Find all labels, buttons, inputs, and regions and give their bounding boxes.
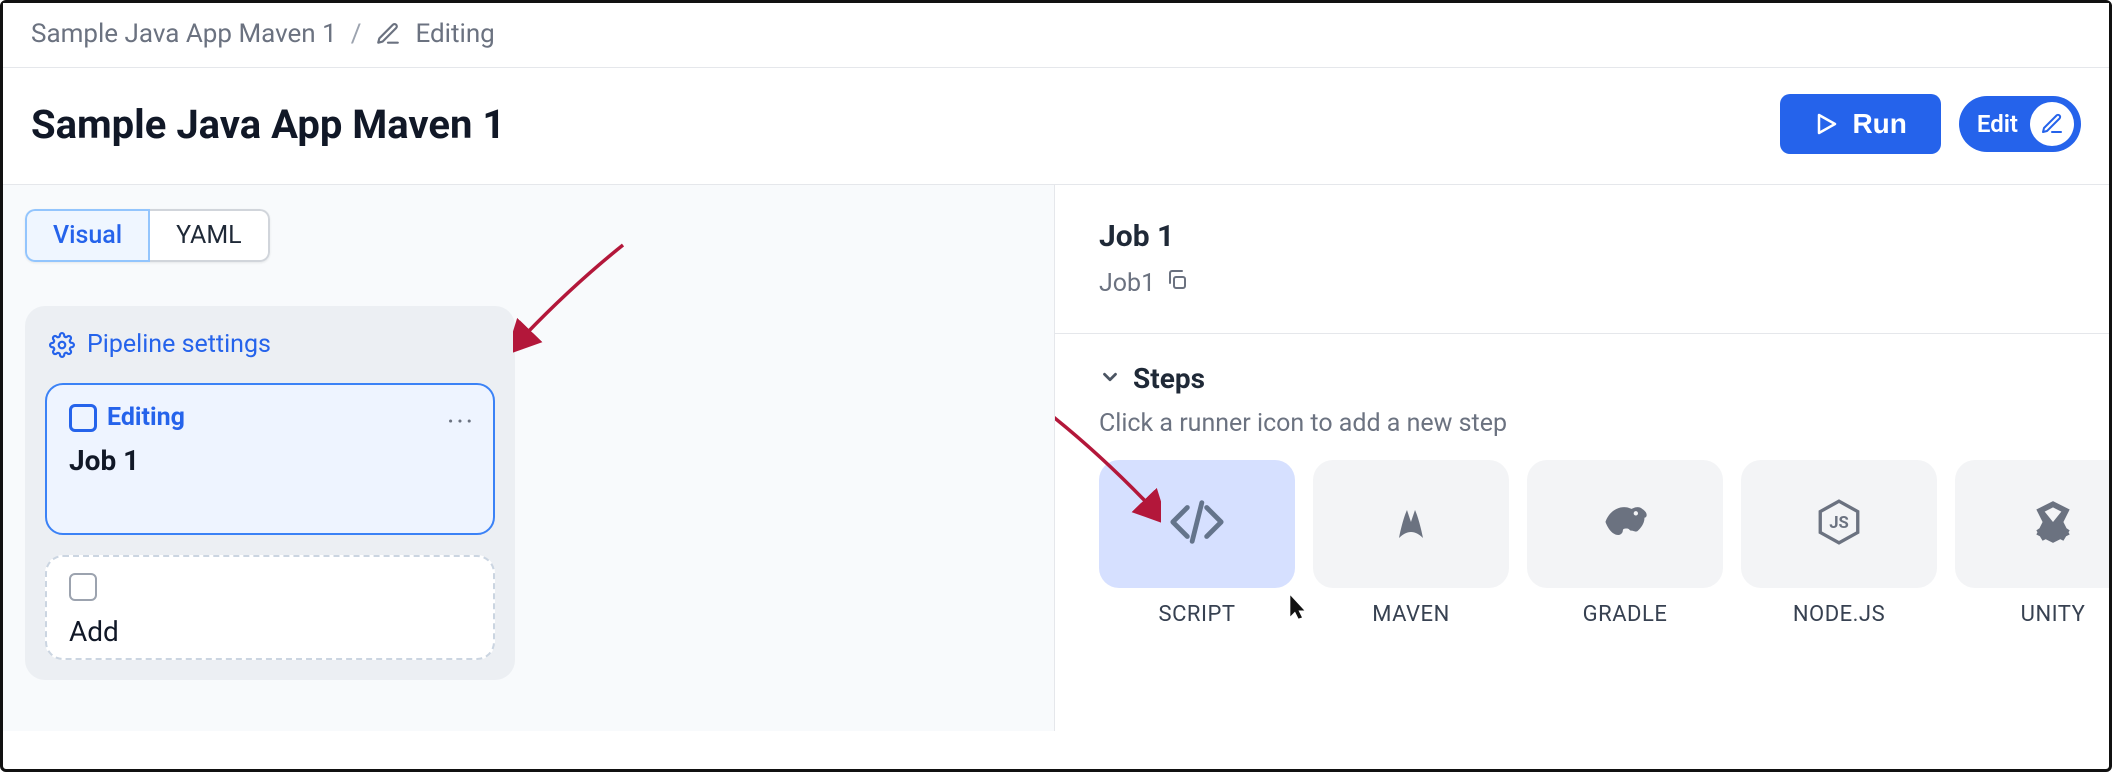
page-title: Sample Java App Maven 1: [31, 101, 505, 148]
square-icon: [69, 573, 97, 601]
edit-toggle[interactable]: Edit: [1959, 96, 2081, 152]
steps-section-header[interactable]: Steps: [1099, 362, 2065, 395]
steps-label: Steps: [1133, 362, 1205, 395]
runner-nodejs-label: NODE.JS: [1793, 602, 1885, 627]
job-card[interactable]: Editing ··· Job 1: [45, 383, 495, 535]
page-header: Sample Java App Maven 1 Run Edit: [3, 68, 2109, 185]
edit-toggle-label: Edit: [1977, 110, 2018, 138]
job-editing-badge: Editing: [69, 403, 471, 432]
job-detail-subtitle: Job1: [1099, 268, 2065, 299]
annotation-arrow-icon: [1055, 405, 1161, 535]
run-button-label: Run: [1852, 108, 1906, 140]
job-id: Job1: [1099, 269, 1155, 298]
gear-icon: [49, 332, 75, 358]
left-panel: Visual YAML Pipeline settings Editing ··…: [3, 185, 1055, 731]
job-card-name: Job 1: [69, 444, 471, 477]
svg-text:JS: JS: [1829, 514, 1849, 533]
gradle-icon: [1599, 496, 1651, 552]
runner-nodejs[interactable]: JS NODE.JS: [1741, 460, 1937, 627]
chevron-down-icon: [1099, 362, 1121, 395]
steps-hint: Click a runner icon to add a new step: [1099, 409, 2065, 438]
breadcrumb-project[interactable]: Sample Java App Maven 1: [31, 19, 337, 49]
breadcrumb: Sample Java App Maven 1 / Editing: [3, 3, 2109, 68]
unity-icon: [2028, 497, 2078, 551]
runner-unity-label: UNITY: [2021, 602, 2086, 627]
code-icon: [1168, 493, 1226, 555]
runner-gradle-label: GRADLE: [1583, 602, 1668, 627]
maven-icon: [1387, 498, 1435, 550]
editor-mode-tabs: Visual YAML: [25, 209, 270, 262]
runner-maven-label: MAVEN: [1372, 602, 1450, 627]
runner-list: SCRIPT MAVEN GRADLE: [1099, 460, 2065, 627]
divider: [1055, 333, 2109, 334]
header-actions: Run Edit: [1780, 94, 2081, 154]
pipeline-settings-link[interactable]: Pipeline settings: [45, 330, 495, 359]
content: Visual YAML Pipeline settings Editing ··…: [3, 185, 2109, 731]
run-button[interactable]: Run: [1780, 94, 1940, 154]
tab-yaml[interactable]: YAML: [150, 209, 269, 262]
nodejs-icon: JS: [1814, 497, 1864, 551]
add-job-label: Add: [69, 615, 471, 648]
job-editing-label: Editing: [107, 403, 185, 432]
annotation-arrow-icon: [513, 235, 633, 355]
runner-script-label: SCRIPT: [1159, 602, 1236, 627]
pencil-icon: [2030, 102, 2074, 146]
pipeline-container: Pipeline settings Editing ··· Job 1 Add: [25, 306, 515, 680]
tab-visual[interactable]: Visual: [25, 209, 150, 262]
add-job-card[interactable]: Add: [45, 555, 495, 660]
square-icon: [69, 404, 97, 432]
job-more-menu[interactable]: ···: [447, 405, 475, 438]
breadcrumb-separator: /: [351, 19, 362, 49]
cursor-icon: [1281, 593, 1309, 625]
runner-gradle[interactable]: GRADLE: [1527, 460, 1723, 627]
pencil-icon: [375, 21, 401, 47]
runner-maven[interactable]: MAVEN: [1313, 460, 1509, 627]
copy-icon[interactable]: [1165, 268, 1189, 299]
job-detail-title: Job 1: [1099, 219, 2065, 254]
play-icon: [1814, 112, 1838, 136]
pipeline-settings-label: Pipeline settings: [87, 330, 271, 359]
runner-unity[interactable]: UNITY: [1955, 460, 2109, 627]
breadcrumb-status: Editing: [415, 19, 494, 49]
right-panel: Job 1 Job1 Steps Click a runner icon to …: [1055, 185, 2109, 731]
